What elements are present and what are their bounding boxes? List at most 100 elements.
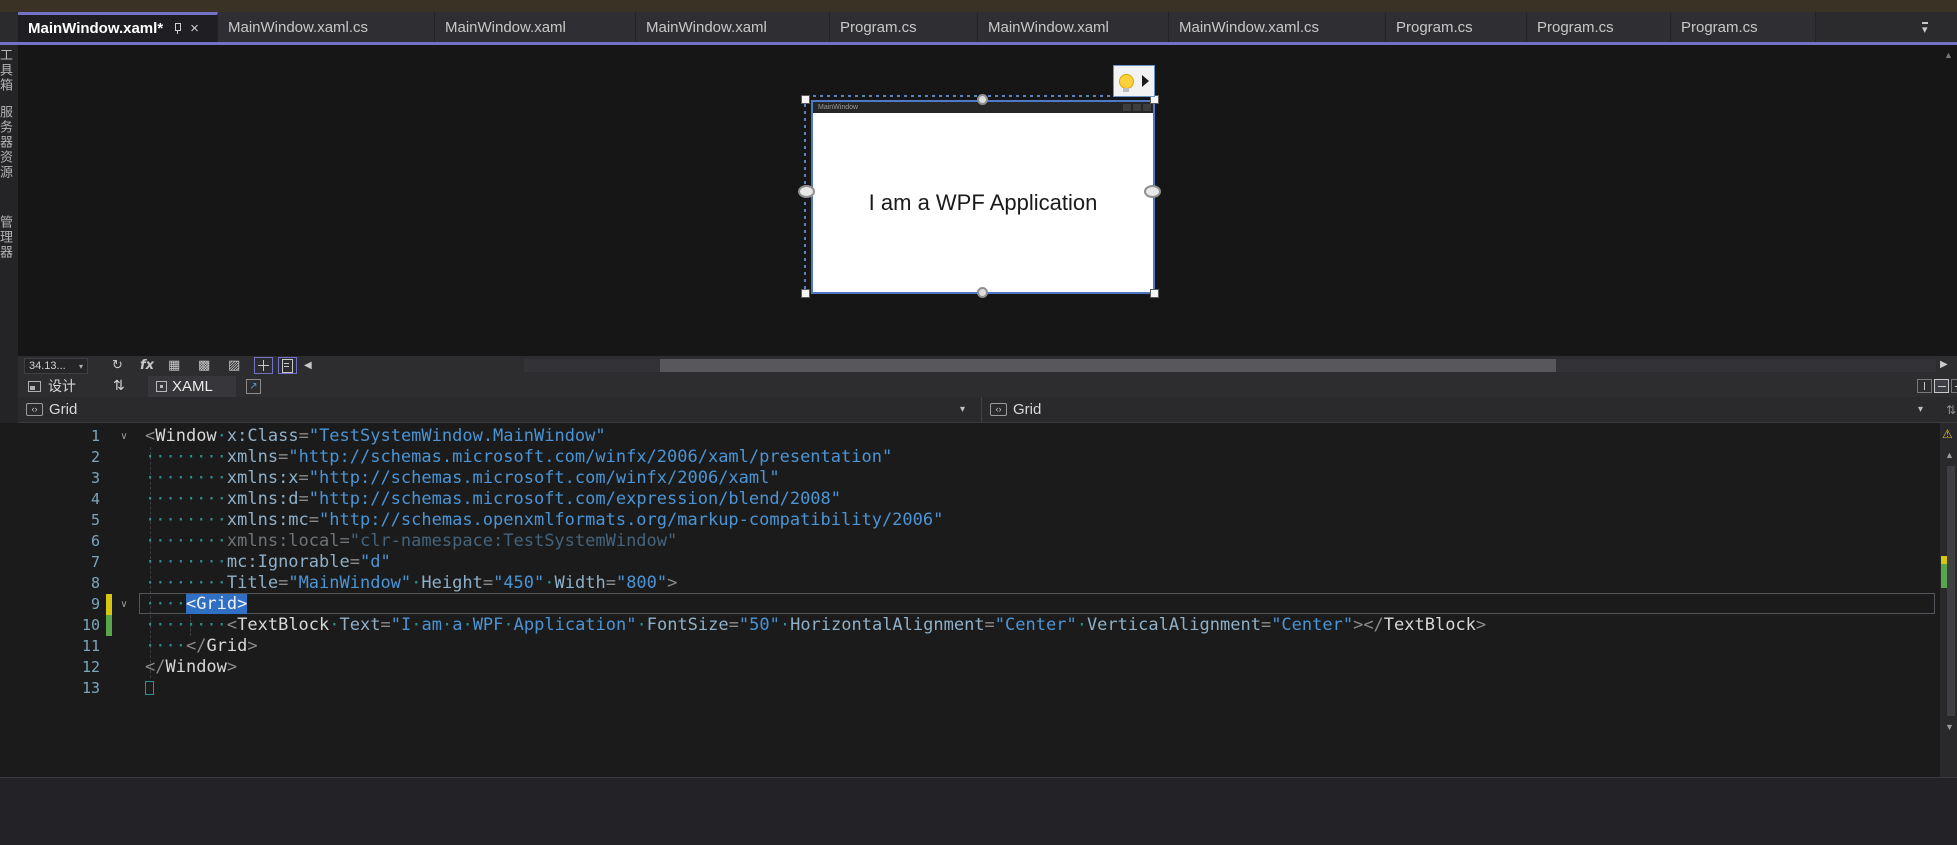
pin-icon[interactable] <box>173 23 182 34</box>
code-line[interactable]: <Window·x:Class="TestSystemWindow.MainWi… <box>145 426 606 447</box>
code-line[interactable]: ········xmlns:d="http://schemas.microsof… <box>145 489 841 510</box>
anchor-top-icon[interactable] <box>977 94 988 105</box>
line-number: 6 <box>18 531 100 552</box>
tab-label: Program.cs <box>1537 19 1614 36</box>
horizontal-split-button[interactable] <box>1934 379 1949 393</box>
show-grid-icon[interactable]: ▦ <box>168 357 180 375</box>
code-line[interactable] <box>145 678 154 699</box>
dock-tab-server-explorer[interactable]: 服务器资源 <box>0 105 15 180</box>
document-outline-toggle-button[interactable] <box>278 357 297 374</box>
breadcrumb-left-dropdown-icon[interactable]: ▾ <box>960 397 965 423</box>
code-line[interactable]: ········xmlns="http://schemas.microsoft.… <box>145 447 892 468</box>
collapse-left-icon[interactable]: ◀ <box>304 357 312 375</box>
editor-tab[interactable]: MainWindow.xaml.cs <box>1169 12 1386 42</box>
breadcrumb-right-element[interactable]: Grid <box>1013 397 1041 423</box>
code-token: xmlns:local <box>227 531 340 551</box>
close-icon[interactable]: × <box>190 20 199 37</box>
xaml-tab[interactable]: XAML <box>148 376 236 397</box>
scrollbar-track[interactable] <box>1947 466 1955 716</box>
effects-toggle-icon[interactable]: fx <box>140 357 154 375</box>
designer-horizontal-scrollbar[interactable] <box>524 359 1936 372</box>
resize-handle-bottom-left[interactable] <box>801 289 810 298</box>
editor-tab[interactable]: MainWindow.xaml.cs <box>218 12 435 42</box>
quick-actions-lightbulb[interactable] <box>1113 65 1155 97</box>
editor-tab[interactable]: MainWindow.xaml <box>636 12 830 42</box>
editor-tab[interactable]: Program.cs <box>1527 12 1671 42</box>
warning-icon[interactable]: ⚠ <box>1942 427 1953 441</box>
xml-element-icon-2: ‹› <box>990 403 1007 416</box>
preview-textblock[interactable]: I am a WPF Application <box>869 190 1098 216</box>
split-options-button[interactable] <box>1951 379 1957 393</box>
dock-tab-server-explorer-2[interactable]: 管理器 <box>0 215 15 260</box>
code-line[interactable]: ········xmlns:x="http://schemas.microsof… <box>145 468 780 489</box>
editor-tab[interactable]: MainWindow.xaml*× <box>18 12 218 42</box>
resize-handle-top-left[interactable] <box>801 95 810 104</box>
editor-tab[interactable]: MainWindow.xaml <box>435 12 636 42</box>
code-line[interactable]: ········Title="MainWindow"·Height="450"·… <box>145 573 677 594</box>
code-token: ···· <box>145 594 186 614</box>
editor-tab[interactable]: Program.cs <box>830 12 978 42</box>
xaml-design-surface[interactable]: MainWindow I am a WPF Application ▲ <box>18 45 1957 356</box>
dock-tab-toolbox[interactable]: 工具箱 <box>0 48 15 93</box>
resize-handle-bottom-right[interactable] <box>1150 289 1159 298</box>
zoom-combobox[interactable]: 34.13... ▾ <box>24 358 88 374</box>
editor-bottom-band <box>0 777 1957 845</box>
snap-grid-icon[interactable]: ▩ <box>198 357 210 375</box>
anchor-left-icon[interactable] <box>798 185 815 198</box>
breadcrumb-divider <box>981 397 982 423</box>
scrollbar-thumb[interactable] <box>660 359 1556 372</box>
editor-tab[interactable]: Program.cs <box>1671 12 1816 42</box>
code-token: ········ <box>145 552 227 572</box>
scroll-down-icon[interactable]: ▼ <box>1945 722 1954 732</box>
line-number: 10 <box>18 615 100 636</box>
tab-overflow-icon[interactable]: ▾ <box>1922 22 1928 36</box>
breadcrumb-left-element[interactable]: Grid <box>49 397 77 423</box>
scroll-up-icon[interactable]: ▲ <box>1945 450 1954 460</box>
code-token: = <box>1261 615 1271 635</box>
designer-scroll-up-icon[interactable]: ▲ <box>1944 50 1953 60</box>
code-token: ···· <box>145 636 186 656</box>
code-line[interactable]: ····</Grid> <box>145 636 258 657</box>
tab-label: Program.cs <box>1396 19 1473 36</box>
line-number: 11 <box>18 636 100 657</box>
fold-chevron-icon[interactable]: ∨ <box>116 594 132 615</box>
xaml-code-editor[interactable]: 1∨<Window·x:Class="TestSystemWindow.Main… <box>0 423 1957 777</box>
design-tab[interactable]: 设计 <box>48 376 76 397</box>
fold-chevron-icon[interactable]: ∨ <box>116 426 132 447</box>
refresh-icon[interactable]: ↻ <box>112 357 123 375</box>
preview-minimize-button <box>1123 104 1131 111</box>
popout-pane-button[interactable]: ↗ <box>246 379 261 394</box>
code-line[interactable]: ········<TextBlock·Text="I·am·a·WPF·Appl… <box>145 615 1486 636</box>
code-token: > <box>1476 615 1486 635</box>
snaplines-toggle-button[interactable] <box>254 357 273 374</box>
code-token: Application" <box>514 615 637 635</box>
code-line[interactable]: </Window> <box>145 657 237 678</box>
code-token: "http://schemas.microsoft.com/expression… <box>309 489 841 509</box>
vertical-split-button[interactable] <box>1917 379 1932 393</box>
document-icon <box>282 359 293 373</box>
line-number: 3 <box>18 468 100 489</box>
breadcrumb-right-dropdown-icon[interactable]: ▾ <box>1918 397 1923 423</box>
wpf-window-preview[interactable]: MainWindow I am a WPF Application <box>811 100 1155 294</box>
editor-vertical-scrollbar[interactable]: ⚠ ▲ ▼ <box>1940 423 1957 777</box>
checkerboard-icon[interactable]: ▨ <box>228 357 240 375</box>
code-token: "http://schemas.microsoft.com/winfx/2006… <box>288 447 892 467</box>
line-number: 4 <box>18 489 100 510</box>
editor-tab[interactable]: Program.cs <box>1386 12 1527 42</box>
pane-grip-icon[interactable]: ⇅ <box>1946 397 1956 423</box>
tab-label: Program.cs <box>1681 19 1758 36</box>
editor-tab[interactable]: MainWindow.xaml <box>978 12 1169 42</box>
scroll-right-icon[interactable]: ▶ <box>1940 359 1948 370</box>
swap-panes-icon[interactable]: ⇅ <box>113 376 125 397</box>
code-line[interactable]: ········xmlns:mc="http://schemas.openxml… <box>145 510 943 531</box>
code-token: ········ <box>145 573 227 593</box>
code-line[interactable]: ········xmlns:local="clr-namespace:TestS… <box>145 531 677 552</box>
anchor-bottom-icon[interactable] <box>977 287 988 298</box>
designer-toolbar: 34.13... ▾ ↻ fx ▦ ▩ ▨ ◀ ▶ <box>18 356 1957 376</box>
tab-label: Program.cs <box>840 19 917 36</box>
code-token: WPF <box>473 615 504 635</box>
anchor-right-icon[interactable] <box>1144 185 1161 198</box>
code-line[interactable]: ····<Grid> <box>145 594 247 615</box>
code-token: · <box>411 615 421 635</box>
code-line[interactable]: ········mc:Ignorable="d" <box>145 552 391 573</box>
